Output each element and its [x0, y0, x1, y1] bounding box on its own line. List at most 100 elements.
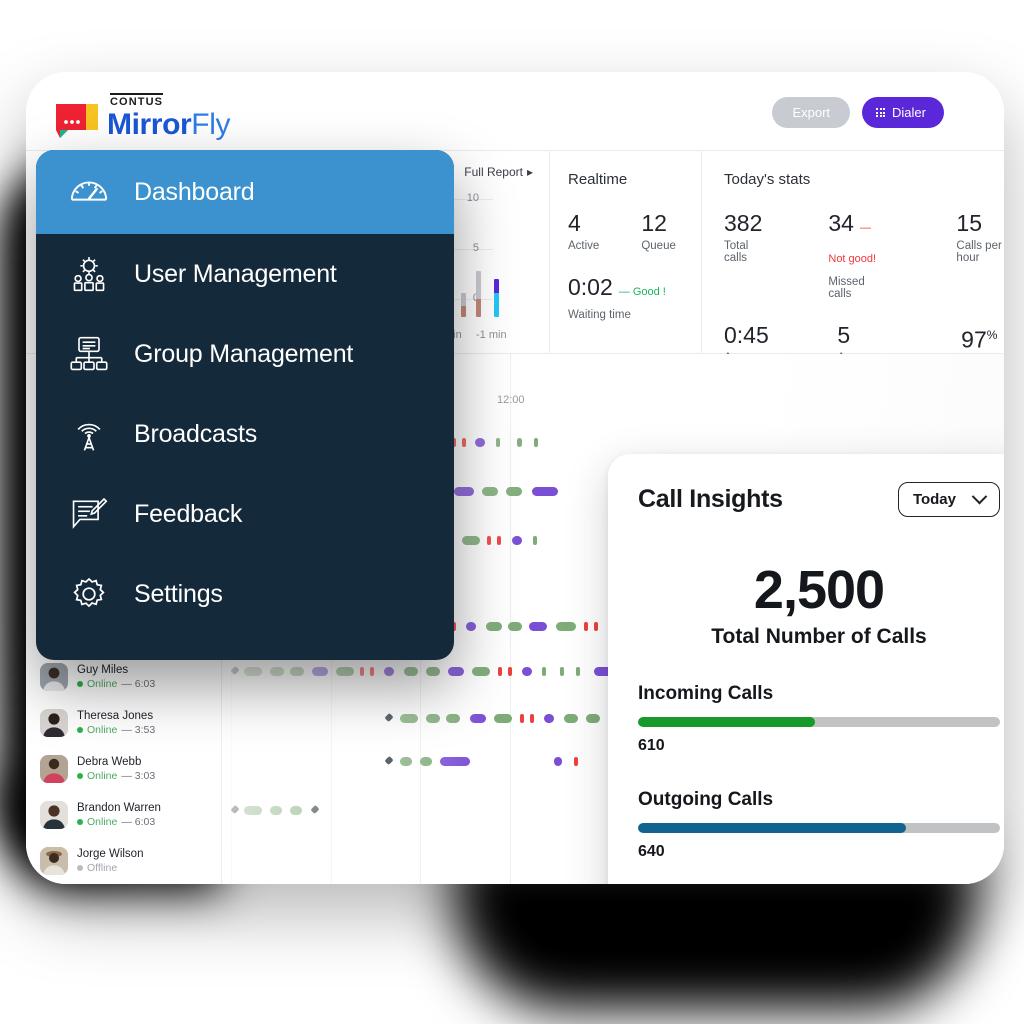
- status-dot-icon: [77, 865, 83, 871]
- chevron-down-icon: [971, 488, 988, 505]
- status-dot-icon: [77, 773, 83, 779]
- metric-value: 640: [638, 843, 665, 860]
- org-chart-icon: [66, 331, 112, 377]
- kpi-value: 5: [837, 322, 851, 348]
- kpi-note: — Good !: [618, 286, 666, 298]
- chart-bar: [461, 293, 466, 317]
- metric-label: Incoming Calls: [638, 683, 774, 704]
- sidebar-item-dashboard[interactable]: Dashboard: [36, 150, 454, 234]
- kpi-label: Active: [568, 240, 600, 252]
- chart-bar: [476, 271, 481, 317]
- date-range-select[interactable]: Today: [897, 482, 1000, 517]
- list-item[interactable]: Brandon Warren Online — 6:03: [26, 792, 221, 838]
- speedometer-icon: [66, 169, 112, 215]
- date-range-value: Today: [912, 491, 956, 508]
- avatar: [40, 755, 68, 783]
- y-tick-10: 10: [466, 192, 479, 204]
- avatar: [40, 801, 68, 829]
- full-report-label: Full Report: [464, 165, 523, 179]
- list-item[interactable]: Guy Miles Online — 6:03: [26, 654, 221, 700]
- kpi-total-calls: 382 Total calls: [724, 210, 762, 300]
- y-tick-5: 5: [472, 242, 479, 254]
- full-report-link[interactable]: Full Report ▸: [464, 165, 533, 179]
- comment-edit-icon: [66, 491, 112, 537]
- kpi-calls-per-hour: 15 Calls per hour: [956, 210, 1004, 300]
- chevron-right-icon: ▸: [526, 165, 533, 179]
- users-gear-icon: [66, 251, 112, 297]
- kpi-label: Waiting time: [568, 309, 631, 321]
- grid-dots-icon: [876, 108, 886, 117]
- kpi-missed-calls: 34— Not good! Missed calls: [828, 210, 890, 300]
- realtime-title: Realtime: [568, 171, 628, 188]
- today-stats-title: Today's stats: [724, 171, 811, 188]
- contact-name: Theresa Jones: [77, 710, 154, 722]
- metric-label: Outgoing Calls: [638, 789, 774, 810]
- dialer-button-label: Dialer: [892, 105, 926, 120]
- list-item[interactable]: Jorge Wilson Offline: [26, 838, 221, 884]
- kpi-active: 4 Active: [568, 210, 599, 252]
- sidebar-item-settings[interactable]: Settings: [36, 554, 454, 634]
- navigation-menu: Dashboard User Management Group Manageme…: [36, 150, 454, 660]
- sidebar-item-feedback[interactable]: Feedback: [36, 474, 454, 554]
- sidebar-item-broadcasts[interactable]: Broadcasts: [36, 394, 454, 474]
- kpi-value: 15: [956, 210, 983, 236]
- mirrorfly-chat-logo-icon: [54, 100, 100, 140]
- metric-value: 610: [638, 737, 665, 754]
- chart-bar-current: [494, 279, 499, 317]
- contact-name: Brandon Warren: [77, 802, 161, 814]
- contact-name: Debra Webb: [77, 756, 142, 768]
- brand-logo[interactable]: CONTUS MirrorFly: [54, 92, 230, 140]
- today-stats-panel: Today's stats 382 Total calls 34— Not go…: [702, 151, 1004, 381]
- call-insights-header: Call Insights Today: [638, 482, 1000, 517]
- progress-track: [638, 823, 1000, 833]
- kpi-value: 0:02: [568, 274, 613, 300]
- kpi-value: 4: [568, 210, 581, 236]
- call-insights-card: Call Insights Today 2,500 Total Number o…: [608, 454, 1004, 884]
- dialer-button[interactable]: Dialer: [862, 97, 944, 128]
- progress-fill: [638, 717, 816, 727]
- total-calls-value: 2,500: [753, 560, 885, 620]
- kpi-suffix: %: [986, 328, 998, 342]
- contact-name: Guy Miles: [77, 664, 129, 676]
- contact-status: Online — 3:03: [77, 769, 155, 783]
- kpi-label: Queue: [641, 240, 676, 252]
- kpi-value: 34: [828, 210, 854, 236]
- kpi-queue: 12 Queue: [641, 210, 676, 252]
- timeline-row: [372, 438, 1004, 447]
- export-button[interactable]: Export: [772, 97, 851, 128]
- sidebar-item-label: User Management: [134, 259, 337, 288]
- sidebar-item-label: Broadcasts: [134, 419, 258, 448]
- avatar: [40, 847, 68, 875]
- progress-fill: [638, 823, 906, 833]
- page-title: Call Insights: [638, 485, 783, 513]
- status-dot-icon: [77, 681, 83, 687]
- kpi-label: Calls per hour: [956, 240, 1002, 264]
- avatar: [40, 663, 68, 691]
- sidebar-item-user-management[interactable]: User Management: [36, 234, 454, 314]
- brand-name-bold: Mirror: [107, 108, 192, 141]
- brand-name-light: Fly: [191, 108, 231, 141]
- metric-outgoing-calls: Outgoing Calls 640: [638, 789, 1000, 861]
- list-item[interactable]: Theresa Jones Online — 3:53: [26, 700, 221, 746]
- broadcast-tower-icon: [66, 411, 112, 457]
- brand-superlabel: CONTUS: [110, 93, 164, 108]
- contact-status: Offline: [77, 861, 143, 875]
- sidebar-item-label: Dashboard: [134, 177, 255, 206]
- sidebar-item-label: Settings: [134, 579, 223, 608]
- kpi-label: Total calls: [724, 240, 749, 264]
- progress-track: [638, 717, 1000, 727]
- header-actions: Export Dialer: [772, 97, 944, 128]
- screenshot-stage: CONTUS MirrorFly Export Dialer Full Repo…: [0, 0, 1024, 1024]
- x-tick-1min: -1 min: [476, 329, 507, 341]
- sidebar-item-group-management[interactable]: Group Management: [36, 314, 454, 394]
- status-dot-icon: [77, 819, 83, 825]
- contact-name: Jorge Wilson: [77, 848, 144, 860]
- kpi-waiting-time: 0:02 — Good ! Waiting time: [568, 274, 701, 321]
- gear-icon: [66, 571, 112, 617]
- contact-status: Online — 3:53: [77, 723, 155, 737]
- kpi-value: 97: [961, 326, 987, 353]
- kpi-value: 0:45: [724, 322, 769, 348]
- contact-status: Online — 6:03: [77, 815, 161, 829]
- sidebar-item-label: Group Management: [134, 339, 354, 368]
- list-item[interactable]: Debra Webb Online — 3:03: [26, 746, 221, 792]
